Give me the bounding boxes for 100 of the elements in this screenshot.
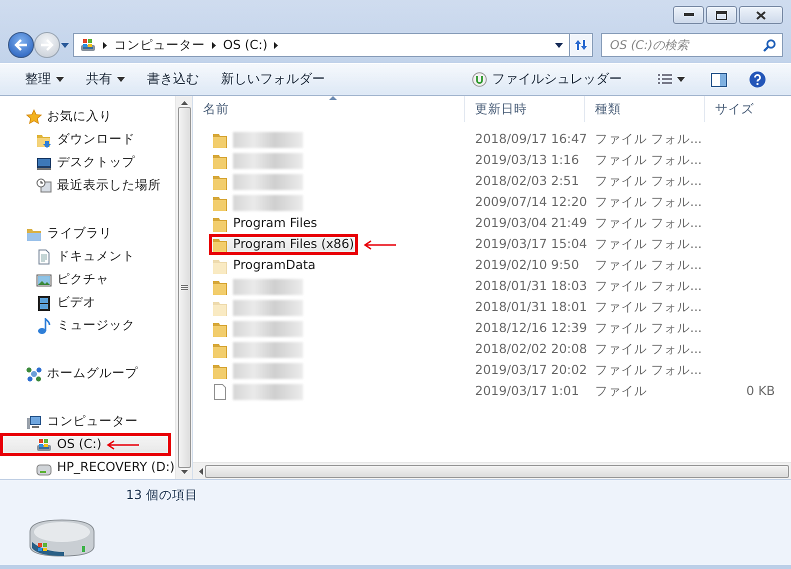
breadcrumb[interactable]: OS (C:) bbox=[223, 36, 268, 54]
chevron-icon bbox=[212, 42, 216, 48]
caret-icon bbox=[677, 77, 685, 82]
file-row[interactable]: 2018/02/03 2:51 ファイル フォル... bbox=[193, 171, 791, 192]
nav-item[interactable]: ライブラリ bbox=[0, 222, 171, 245]
scrollbar[interactable] bbox=[193, 462, 791, 479]
file-row[interactable]: ProgramData 2019/02/10 9:50 ファイル フォル... bbox=[193, 255, 791, 276]
close-button[interactable] bbox=[739, 6, 783, 24]
nav-item[interactable]: ドキュメント bbox=[0, 245, 171, 268]
breadcrumb[interactable]: コンピューター bbox=[114, 36, 205, 54]
type-text: ファイル フォル... bbox=[594, 193, 703, 212]
minimize-button[interactable] bbox=[673, 6, 704, 24]
type-text: ファイル フォル... bbox=[594, 277, 703, 296]
nav-item[interactable]: ダウンロード bbox=[0, 128, 171, 151]
file-name[interactable]: Program Files (x86) bbox=[209, 234, 358, 255]
scroll-left-arrow-icon[interactable] bbox=[199, 468, 203, 474]
file-row[interactable]: Program Files (x86) 2019/03/17 15:04 ファイル フォル... bbox=[193, 234, 791, 255]
picture-icon bbox=[36, 272, 52, 288]
nav-item[interactable]: ピクチャ bbox=[0, 268, 171, 291]
film-icon bbox=[36, 294, 52, 310]
file-row[interactable]: 2018/01/31 18:03 ファイル フォル... bbox=[193, 276, 791, 297]
file-row[interactable]: 2019/03/17 20:02 ファイル フォル... bbox=[193, 360, 791, 381]
folder-icon bbox=[213, 362, 227, 378]
refresh-icon bbox=[573, 38, 589, 52]
caret-icon bbox=[61, 43, 69, 48]
file-row[interactable]: 2018/02/02 20:08 ファイル フォル... bbox=[193, 339, 791, 360]
back-button[interactable] bbox=[8, 32, 34, 58]
folder-icon bbox=[213, 216, 227, 232]
file-name[interactable]: ProgramData bbox=[209, 255, 320, 276]
chevron-icon bbox=[103, 42, 107, 48]
shredder-button[interactable]: ファイルシュレッダー bbox=[461, 66, 633, 92]
folder-icon bbox=[213, 300, 227, 316]
column-header[interactable]: サイズ bbox=[705, 96, 779, 122]
maximize-button[interactable] bbox=[706, 6, 737, 24]
network-icon bbox=[26, 366, 42, 382]
blurred-name bbox=[233, 300, 303, 316]
grip-icon bbox=[180, 285, 188, 290]
scroll-up-arrow-icon[interactable] bbox=[180, 101, 188, 105]
search-box[interactable]: OS (C:)の検索 bbox=[601, 33, 783, 57]
blurred-name bbox=[233, 194, 303, 210]
file-row[interactable]: 2019/03/17 1:01 ファイル 0 KB bbox=[193, 381, 791, 402]
search-icon bbox=[763, 38, 776, 52]
computer-icon bbox=[26, 414, 42, 430]
toolbar-button[interactable]: 書き込む bbox=[136, 66, 210, 92]
caret-icon bbox=[117, 77, 125, 82]
file-row[interactable]: 2018/09/17 16:47 ファイル フォル... bbox=[193, 129, 791, 150]
nav-item[interactable]: 最近表示した場所 bbox=[0, 174, 171, 197]
back-arrow-icon bbox=[14, 39, 28, 51]
nav-item[interactable]: OS (C:) bbox=[0, 433, 171, 456]
type-text: ファイル bbox=[594, 382, 648, 400]
nav-item[interactable]: ミュージック bbox=[0, 314, 171, 337]
annotation-arrow bbox=[363, 240, 398, 250]
maximize-icon bbox=[716, 10, 727, 20]
date-text: 2009/07/14 12:20 bbox=[474, 193, 585, 212]
toolbar-button[interactable]: 共有 bbox=[75, 66, 136, 92]
folder-icon bbox=[213, 152, 227, 168]
music-note-icon bbox=[36, 318, 52, 334]
size-text: 0 KB bbox=[745, 382, 776, 400]
nav-item[interactable]: ビデオ bbox=[0, 291, 171, 314]
date-text: 2018/02/03 2:51 bbox=[474, 172, 580, 190]
drive-icon bbox=[36, 436, 52, 452]
file-row[interactable]: 2018/12/16 12:39 ファイル フォル... bbox=[193, 318, 791, 339]
type-text: ファイル フォル... bbox=[594, 319, 703, 338]
type-text: ファイル フォル... bbox=[594, 361, 703, 380]
toolbar-button[interactable]: 新しいフォルダー bbox=[210, 66, 336, 92]
annotation-arrow bbox=[106, 440, 140, 450]
folder-icon bbox=[213, 342, 227, 358]
date-text: 2019/03/04 21:49 bbox=[474, 214, 585, 232]
folder-icon bbox=[213, 258, 227, 274]
toolbar-button[interactable]: 整理 bbox=[14, 66, 75, 92]
address-bar[interactable]: コンピューター OS (C:) bbox=[73, 33, 570, 57]
nav-item[interactable]: HP_RECOVERY (D:) bbox=[0, 456, 171, 479]
nav-item[interactable]: コンピューター bbox=[0, 410, 171, 433]
nav-item[interactable]: お気に入り bbox=[0, 105, 171, 128]
scroll-down-arrow-icon[interactable] bbox=[180, 470, 188, 474]
blurred-name bbox=[233, 278, 303, 294]
star-icon bbox=[26, 108, 42, 124]
nav-item[interactable]: ホームグループ bbox=[0, 362, 171, 385]
document-icon bbox=[36, 248, 52, 264]
file-row[interactable]: 2019/03/13 1:16 ファイル フォル... bbox=[193, 150, 791, 171]
scrollbar[interactable] bbox=[175, 96, 192, 479]
close-icon bbox=[756, 10, 766, 20]
column-header[interactable]: 種類 bbox=[585, 96, 705, 122]
refresh-button[interactable] bbox=[569, 33, 593, 57]
file-name[interactable]: Program Files bbox=[209, 213, 322, 234]
minimize-icon bbox=[684, 13, 694, 17]
date-text: 2019/03/17 1:01 bbox=[474, 382, 580, 400]
file-row[interactable]: 2009/07/14 12:20 ファイル フォル... bbox=[193, 192, 791, 213]
type-text: ファイル フォル... bbox=[594, 151, 703, 170]
pane-icon bbox=[711, 72, 727, 86]
nav-item[interactable]: デスクトップ bbox=[0, 151, 171, 174]
column-header[interactable]: 更新日時 bbox=[465, 96, 585, 122]
file-row[interactable]: Program Files 2019/03/04 21:49 ファイル フォル... bbox=[193, 213, 791, 234]
folder-icon bbox=[213, 132, 227, 148]
folder-icon bbox=[213, 194, 227, 210]
chevron-icon bbox=[274, 42, 278, 48]
date-text: 2018/12/16 12:39 bbox=[474, 319, 585, 338]
file-row[interactable]: 2018/01/31 18:01 ファイル フォル... bbox=[193, 297, 791, 318]
list-view-icon bbox=[658, 74, 672, 85]
blurred-name bbox=[233, 342, 303, 358]
